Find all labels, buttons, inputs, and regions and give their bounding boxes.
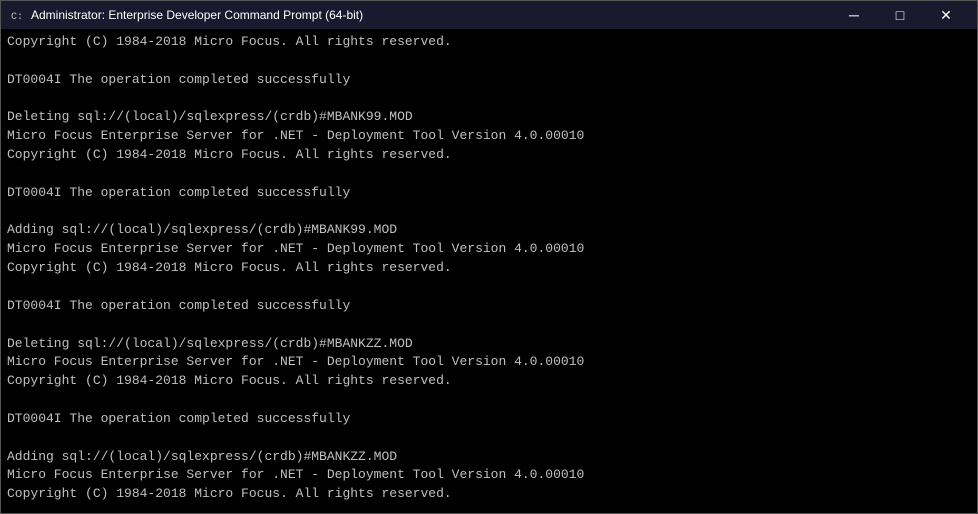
console-line: DT0004I The operation completed successf… bbox=[7, 71, 971, 90]
svg-text:C:: C: bbox=[11, 12, 23, 22]
console-line: Copyright (C) 1984-2018 Micro Focus. All… bbox=[7, 372, 971, 391]
console-line: DT0004I The operation completed successf… bbox=[7, 410, 971, 429]
cmd-icon: C: bbox=[9, 7, 25, 23]
console-line: Micro Focus Enterprise Server for .NET -… bbox=[7, 466, 971, 485]
console-body[interactable]: Copyright (C) 1984-2018 Micro Focus. All… bbox=[1, 29, 977, 513]
console-line: Deleting sql://(local)/sqlexpress/(crdb)… bbox=[7, 335, 971, 354]
console-line bbox=[7, 165, 971, 184]
title-bar-controls: ─ □ ✕ bbox=[831, 1, 969, 29]
console-line: Copyright (C) 1984-2018 Micro Focus. All… bbox=[7, 33, 971, 52]
minimize-button[interactable]: ─ bbox=[831, 1, 877, 29]
console-line: Adding sql://(local)/sqlexpress/(crdb)#M… bbox=[7, 221, 971, 240]
console-line: Micro Focus Enterprise Server for .NET -… bbox=[7, 353, 971, 372]
console-line: Deleting sql://(local)/sqlexpress/(crdb)… bbox=[7, 108, 971, 127]
title-bar-left: C: Administrator: Enterprise Developer C… bbox=[9, 7, 363, 23]
window: C: Administrator: Enterprise Developer C… bbox=[0, 0, 978, 514]
console-line: Copyright (C) 1984-2018 Micro Focus. All… bbox=[7, 146, 971, 165]
console-line bbox=[7, 429, 971, 448]
console-line: Copyright (C) 1984-2018 Micro Focus. All… bbox=[7, 485, 971, 504]
console-line: DT0004I The operation completed successf… bbox=[7, 184, 971, 203]
console-line: Adding sql://(local)/sqlexpress/(crdb)#M… bbox=[7, 448, 971, 467]
console-line: DT0004I The operation completed successf… bbox=[7, 297, 971, 316]
close-button[interactable]: ✕ bbox=[923, 1, 969, 29]
title-bar-title: Administrator: Enterprise Developer Comm… bbox=[31, 8, 363, 22]
console-line: Micro Focus Enterprise Server for .NET -… bbox=[7, 240, 971, 259]
console-line bbox=[7, 278, 971, 297]
console-line bbox=[7, 391, 971, 410]
console-line bbox=[7, 52, 971, 71]
console-line bbox=[7, 316, 971, 335]
console-line bbox=[7, 203, 971, 222]
console-line bbox=[7, 90, 971, 109]
console-line: Micro Focus Enterprise Server for .NET -… bbox=[7, 127, 971, 146]
title-bar: C: Administrator: Enterprise Developer C… bbox=[1, 1, 977, 29]
console-line: Copyright (C) 1984-2018 Micro Focus. All… bbox=[7, 259, 971, 278]
console-line bbox=[7, 504, 971, 513]
maximize-button[interactable]: □ bbox=[877, 1, 923, 29]
